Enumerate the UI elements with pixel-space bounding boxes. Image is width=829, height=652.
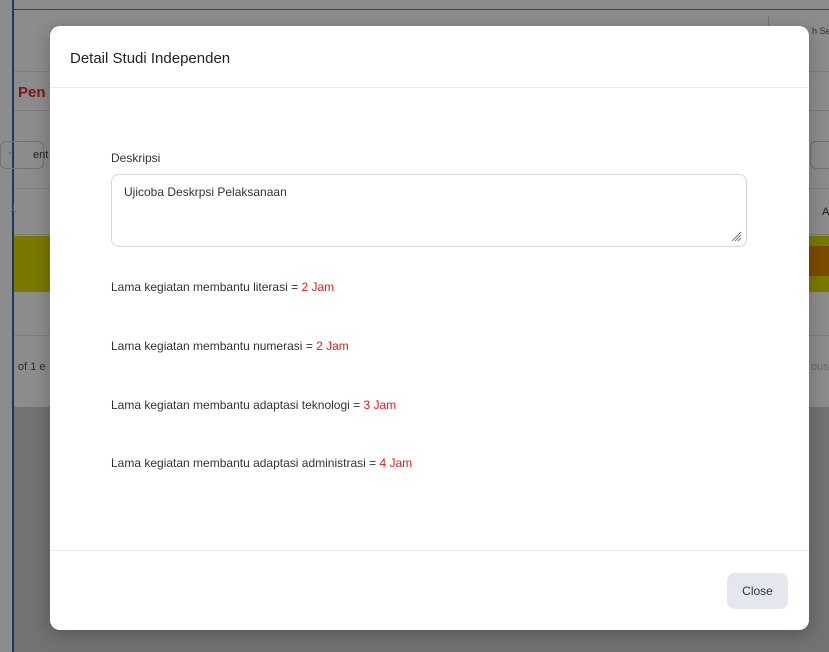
close-button[interactable]: Close	[727, 573, 788, 609]
literasi-label: Lama kegiatan membantu literasi =	[111, 280, 302, 294]
modal-title: Detail Studi Independen	[70, 50, 231, 67]
description-textarea[interactable]: Ujicoba Deskrpsi Pelaksanaan	[111, 174, 747, 247]
description-label: Deskripsi	[111, 151, 161, 165]
resize-grip-icon[interactable]	[730, 230, 742, 242]
administrasi-label: Lama kegiatan membantu adaptasi administ…	[111, 456, 380, 470]
administrasi-value: 4 Jam	[379, 456, 413, 470]
teknologi-duration: Lama kegiatan membantu adaptasi teknolog…	[111, 398, 396, 412]
modal-header: Detail Studi Independen	[50, 26, 809, 88]
teknologi-value: 3 Jam	[363, 398, 397, 412]
modal-footer-divider	[50, 550, 809, 551]
literasi-value: 2 Jam	[301, 280, 335, 294]
teknologi-label: Lama kegiatan membantu adaptasi teknolog…	[111, 398, 364, 412]
numerasi-label: Lama kegiatan membantu numerasi =	[111, 339, 317, 353]
administrasi-duration: Lama kegiatan membantu adaptasi administ…	[111, 456, 412, 470]
numerasi-value: 2 Jam	[316, 339, 349, 353]
numerasi-duration: Lama kegiatan membantu numerasi = 2 Jam	[111, 339, 349, 353]
detail-modal: Detail Studi Independen Deskripsi Ujicob…	[50, 26, 809, 630]
literasi-duration: Lama kegiatan membantu literasi = 2 Jam	[111, 280, 334, 294]
